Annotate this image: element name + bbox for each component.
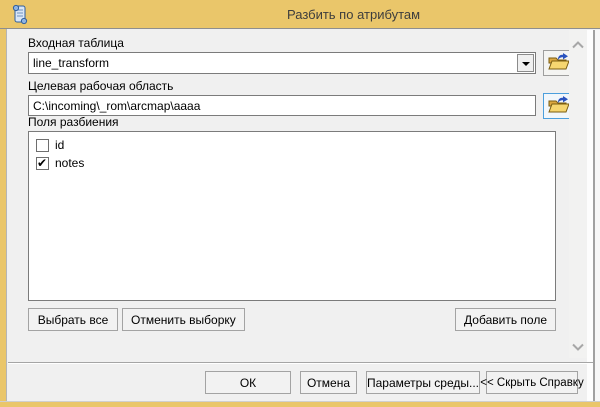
title-bar[interactable]: Разбить по атрибутам xyxy=(0,0,600,29)
window-border-bottom xyxy=(0,401,600,407)
input-table-label: Входная таблица xyxy=(28,36,124,50)
field-row-notes[interactable]: notes xyxy=(36,154,555,172)
input-table-value: line_transform xyxy=(33,56,110,70)
split-by-attributes-dialog: Разбить по атрибутам Входная таблица lin… xyxy=(0,0,600,407)
field-row-id[interactable]: id xyxy=(36,136,555,154)
script-scroll-icon xyxy=(10,4,29,25)
chevron-up-icon[interactable] xyxy=(572,38,584,49)
open-folder-icon xyxy=(547,95,571,118)
target-workspace-input[interactable] xyxy=(28,95,536,116)
add-field-button[interactable]: Добавить поле xyxy=(455,308,556,331)
triangle-down-icon xyxy=(522,62,530,66)
footer-separator xyxy=(8,362,593,364)
hide-help-button[interactable]: << Скрыть Справку xyxy=(480,371,584,394)
target-workspace-label: Целевая рабочая область xyxy=(28,79,174,93)
checkbox-notes[interactable] xyxy=(36,156,49,170)
ok-button[interactable]: ОК xyxy=(205,371,291,394)
split-fields-listbox[interactable]: id notes xyxy=(28,131,556,301)
input-table-combobox[interactable]: line_transform xyxy=(28,52,536,74)
combobox-dropdown-button[interactable] xyxy=(517,54,534,72)
window-title: Разбить по атрибутам xyxy=(287,7,421,22)
cancel-button[interactable]: Отмена xyxy=(300,371,357,394)
window-border-left xyxy=(0,29,7,401)
split-fields-label: Поля разбиения xyxy=(28,115,119,129)
field-label-notes: notes xyxy=(55,156,85,170)
checkbox-id[interactable] xyxy=(36,138,49,152)
chevron-down-icon[interactable] xyxy=(572,340,584,351)
select-all-button[interactable]: Выбрать все xyxy=(28,308,118,331)
window-right-gap xyxy=(595,30,600,401)
environments-button[interactable]: Параметры среды... xyxy=(366,371,480,394)
clear-selection-button[interactable]: Отменить выборку xyxy=(122,308,245,331)
open-folder-icon xyxy=(547,52,571,75)
field-label-id: id xyxy=(55,138,65,152)
vertical-scrollbar[interactable] xyxy=(569,30,587,358)
